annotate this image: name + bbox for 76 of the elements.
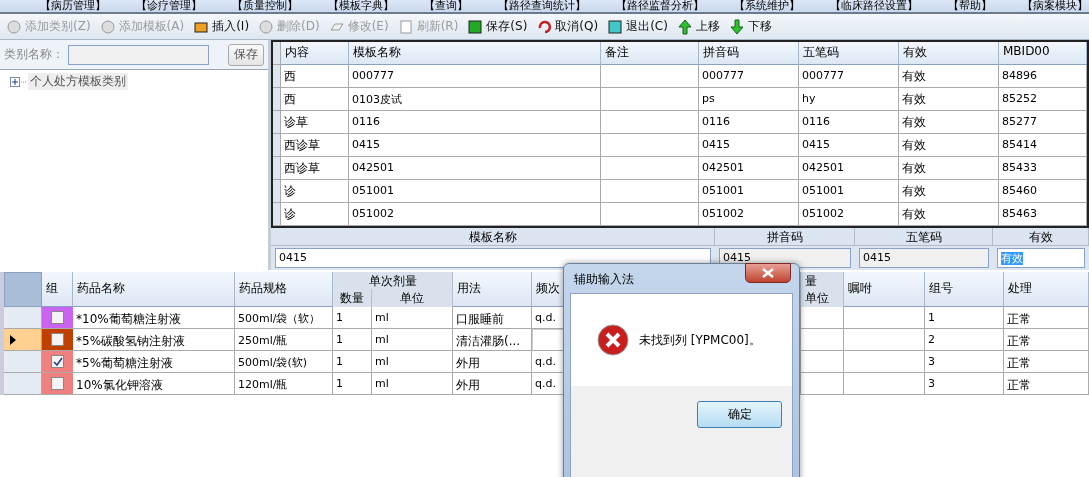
table-cell: 042501: [799, 157, 899, 180]
table-cell: 051001: [799, 180, 899, 203]
table-cell: 0415: [349, 134, 601, 157]
table-cell: 西: [281, 88, 349, 111]
table-cell: 2: [925, 329, 1004, 351]
field-label: 拼音码: [715, 228, 855, 246]
table-cell: 051002: [699, 203, 799, 226]
table-cell: 85463: [999, 203, 1087, 226]
table-cell: 85277: [999, 111, 1087, 134]
table-cell: 85433: [999, 157, 1087, 180]
table-cell: 外用: [453, 373, 532, 395]
table-cell: 1: [333, 373, 372, 395]
table-cell: 正常: [1004, 351, 1089, 373]
table-cell: 有效: [899, 65, 999, 88]
table-cell: 051002: [799, 203, 899, 226]
field-label: 五笔码: [855, 228, 993, 246]
table-cell: 0116: [799, 111, 899, 134]
table-cell: 0116: [349, 111, 601, 134]
table-cell: 诊: [281, 180, 349, 203]
table-cell: 外用: [453, 351, 532, 373]
table-cell: 3: [925, 351, 1004, 373]
table-cell: 051001: [699, 180, 799, 203]
table-cell: 85252: [999, 88, 1087, 111]
table-cell: 1: [333, 351, 372, 373]
table-cell: 000777: [799, 65, 899, 88]
table-cell: 有效: [899, 203, 999, 226]
table-cell: 3: [925, 373, 1004, 395]
table-cell: *5%碳酸氢钠注射液: [73, 329, 235, 351]
field-label: 模板名称: [271, 228, 715, 246]
table-cell: 500ml/袋(软): [235, 351, 333, 373]
error-message: 未找到列 [YPMC00]。: [639, 331, 761, 349]
table-cell: 000777: [699, 65, 799, 88]
table-cell: 诊: [281, 203, 349, 226]
table-cell: 有效: [899, 88, 999, 111]
table-cell: 042501: [349, 157, 601, 180]
table-cell: 10%氯化钾溶液: [73, 373, 235, 395]
table-cell: 500ml/袋（软）: [235, 307, 333, 329]
table-cell: 84896: [999, 65, 1087, 88]
table-cell: 000777: [349, 65, 601, 88]
table-cell: hy: [799, 88, 899, 111]
table-cell: 正常: [1004, 307, 1089, 329]
table-cell: 85460: [999, 180, 1087, 203]
category-label: 类别名称：: [4, 46, 64, 63]
table-cell: 有效: [899, 134, 999, 157]
table-cell: ml: [372, 351, 453, 373]
table-cell: 有效: [899, 180, 999, 203]
table-cell: ml: [372, 307, 453, 329]
table-cell: 051002: [349, 203, 601, 226]
table-cell: 正常: [1004, 373, 1089, 395]
table-cell: 042501: [699, 157, 799, 180]
table-cell: 051001: [349, 180, 601, 203]
table-cell: ml: [372, 329, 453, 351]
table-cell: 1: [333, 329, 372, 351]
table-cell: ml: [372, 373, 453, 395]
table-cell: 正常: [1004, 329, 1089, 351]
table-cell: 诊草: [281, 111, 349, 134]
table-cell: 0116: [699, 111, 799, 134]
table-cell: 口服睡前: [453, 307, 532, 329]
table-cell: 西诊草: [281, 157, 349, 180]
table-cell: 250ml/瓶: [235, 329, 333, 351]
table-cell: *10%葡萄糖注射液: [73, 307, 235, 329]
table-cell: 1: [925, 307, 1004, 329]
table-cell: 1: [333, 307, 372, 329]
table-cell: 120ml/瓶: [235, 373, 333, 395]
table-cell: ps: [699, 88, 799, 111]
table-cell: 有效: [899, 111, 999, 134]
table-cell: 0415: [699, 134, 799, 157]
table-cell: 0415: [799, 134, 899, 157]
table-cell: *5%葡萄糖注射液: [73, 351, 235, 373]
table-cell: 有效: [899, 157, 999, 180]
table-cell: 西: [281, 65, 349, 88]
dialog-title: 辅助输入法: [574, 271, 634, 288]
table-cell: 0103皮试: [349, 88, 601, 111]
field-label: 有效: [993, 228, 1089, 246]
table-cell: 85414: [999, 134, 1087, 157]
table-cell: 西诊草: [281, 134, 349, 157]
